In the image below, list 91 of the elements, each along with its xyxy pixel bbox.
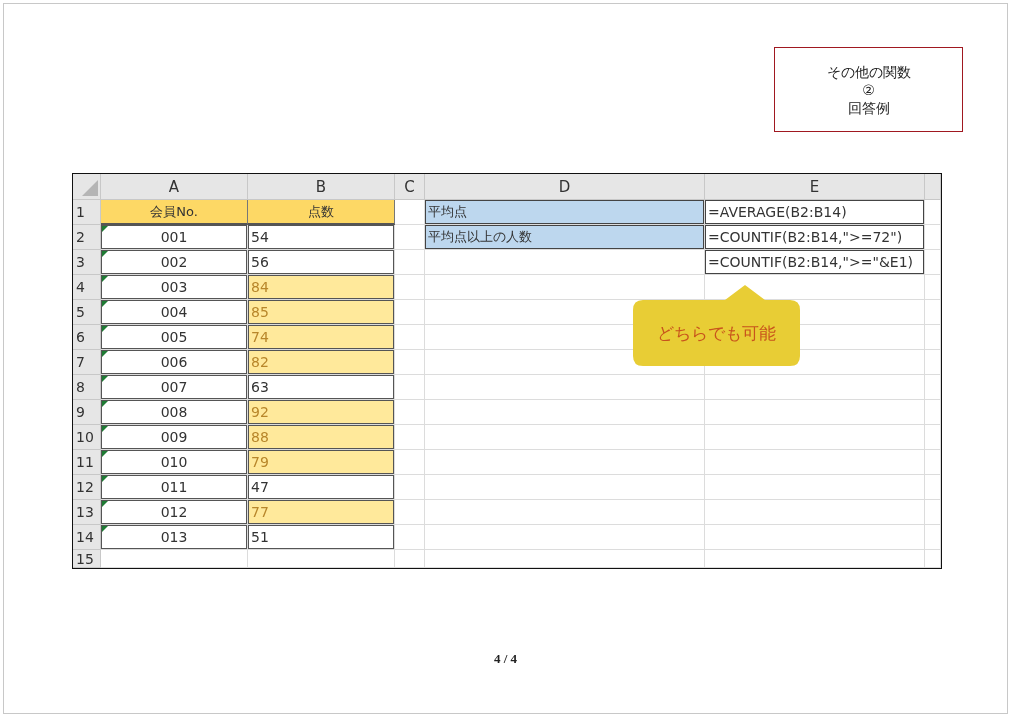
empty-cell [395, 550, 425, 568]
table-cell: 013 [101, 525, 248, 550]
column-header[interactable]: E [705, 174, 925, 200]
header-cell: 会員No. [101, 200, 248, 225]
empty-cell [925, 425, 941, 450]
table-cell: 92 [248, 400, 395, 425]
row-header[interactable]: 10 [73, 425, 101, 450]
title-text: ② [862, 80, 875, 99]
callout-text: どちらでも可能 [657, 321, 776, 345]
label-cell: 平均点以上の人数 [425, 225, 705, 250]
empty-cell [925, 225, 941, 250]
table-cell: 006 [101, 350, 248, 375]
row-header[interactable]: 2 [73, 225, 101, 250]
table-cell: 63 [248, 375, 395, 400]
table-cell: 002 [101, 250, 248, 275]
table-cell: 47 [248, 475, 395, 500]
error-indicator-icon [102, 351, 108, 357]
table-cell: 011 [101, 475, 248, 500]
empty-cell [925, 250, 941, 275]
table-cell: 77 [248, 500, 395, 525]
row-header[interactable]: 11 [73, 450, 101, 475]
table-cell: 007 [101, 375, 248, 400]
table-cell: 001 [101, 225, 248, 250]
empty-cell [925, 500, 941, 525]
error-indicator-icon [102, 426, 108, 432]
empty-cell [925, 325, 941, 350]
row-header[interactable]: 1 [73, 200, 101, 225]
table-cell: 012 [101, 500, 248, 525]
table-cell: 88 [248, 425, 395, 450]
error-indicator-icon [102, 501, 108, 507]
empty-cell [925, 400, 941, 425]
table-cell: 003 [101, 275, 248, 300]
error-indicator-icon [102, 326, 108, 332]
error-indicator-icon [102, 451, 108, 457]
formula-cell: =AVERAGE(B2:B14) [705, 200, 925, 225]
table-cell: 79 [248, 450, 395, 475]
row-header[interactable]: 15 [73, 550, 101, 568]
empty-cell [395, 525, 425, 550]
error-indicator-icon [102, 401, 108, 407]
empty-cell [925, 300, 941, 325]
error-indicator-icon [102, 526, 108, 532]
table-cell: 010 [101, 450, 248, 475]
row-header[interactable]: 5 [73, 300, 101, 325]
row-header[interactable]: 14 [73, 525, 101, 550]
formula-cell: =COUNTIF(B2:B14,">=72") [705, 225, 925, 250]
table-cell: 84 [248, 275, 395, 300]
select-all-icon[interactable] [82, 180, 98, 196]
table-cell: 009 [101, 425, 248, 450]
page-number: 4 / 4 [492, 651, 519, 667]
row-header[interactable]: 7 [73, 350, 101, 375]
table-cell: 005 [101, 325, 248, 350]
column-header[interactable]: D [425, 174, 705, 200]
formula-cell: =COUNTIF(B2:B14,">="&E1) [705, 250, 925, 275]
empty-cell [925, 350, 941, 375]
title-text: その他の関数 [826, 62, 911, 81]
empty-cell [925, 525, 941, 550]
error-indicator-icon [102, 251, 108, 257]
row-header[interactable]: 13 [73, 500, 101, 525]
table-cell: 004 [101, 300, 248, 325]
empty-cell [925, 550, 941, 568]
label-cell: 平均点 [425, 200, 705, 225]
empty-cell [925, 275, 941, 300]
row-header[interactable]: 8 [73, 375, 101, 400]
column-header[interactable]: C [395, 174, 425, 200]
empty-cell [395, 375, 425, 400]
column-header[interactable]: A [101, 174, 248, 200]
column-header [925, 174, 941, 200]
table-cell: 008 [101, 400, 248, 425]
error-indicator-icon [102, 376, 108, 382]
error-indicator-icon [102, 301, 108, 307]
row-header[interactable]: 6 [73, 325, 101, 350]
row-header[interactable]: 12 [73, 475, 101, 500]
empty-cell [925, 475, 941, 500]
title-text: 回答例 [847, 98, 890, 117]
table-cell: 74 [248, 325, 395, 350]
table-cell: 85 [248, 300, 395, 325]
header-cell: 点数 [248, 200, 395, 225]
table-cell: 51 [248, 525, 395, 550]
table-cell: 56 [248, 250, 395, 275]
empty-cell [395, 475, 425, 500]
row-header[interactable]: 3 [73, 250, 101, 275]
table-cell: 82 [248, 350, 395, 375]
empty-cell [925, 450, 941, 475]
error-indicator-icon [102, 276, 108, 282]
table-cell: 54 [248, 225, 395, 250]
empty-cell [395, 250, 425, 275]
column-header[interactable]: B [248, 174, 395, 200]
row-header[interactable]: 4 [73, 275, 101, 300]
empty-cell [925, 375, 941, 400]
row-header[interactable]: 9 [73, 400, 101, 425]
error-indicator-icon [102, 476, 108, 482]
